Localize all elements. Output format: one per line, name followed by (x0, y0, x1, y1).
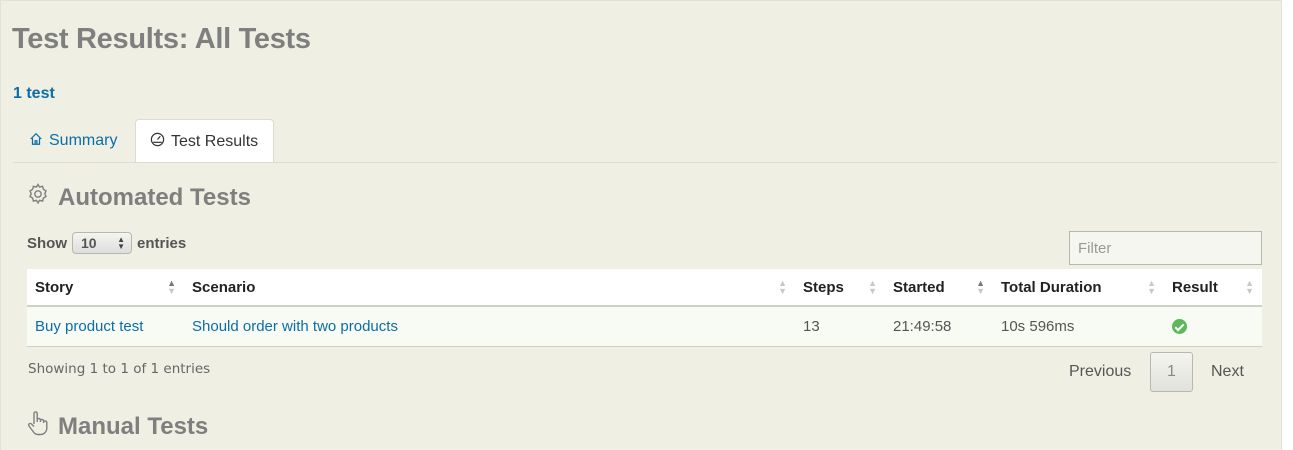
steps-cell: 13 (803, 317, 820, 335)
tab-test-results[interactable]: Test Results (135, 119, 274, 163)
report-panel: Test Results: All Tests 1 test Summary T… (0, 0, 1282, 450)
filter-input[interactable] (1069, 231, 1262, 265)
success-icon (1172, 319, 1187, 335)
show-label: Show (27, 234, 67, 252)
page-title: Test Results: All Tests (12, 23, 311, 55)
started-cell: 21:49:58 (893, 317, 952, 335)
table-info: Showing 1 to 1 of 1 entries (28, 361, 211, 377)
page-length-control: Show 10 ▲ ▼ entries (27, 232, 186, 254)
tab-summary-label: Summary (49, 132, 118, 149)
next-button[interactable]: Next (1211, 352, 1244, 392)
page-1-button[interactable]: 1 (1150, 352, 1193, 392)
entries-select[interactable]: 10 ▲ ▼ (72, 232, 132, 254)
column-header-total-duration[interactable]: Total Duration ▲ ▼ (993, 269, 1164, 307)
automated-tests-table: Story ▲ ▼ Scenario ▲ ▼ Steps ▲ ▼ Started ▲ ▼ Tot… (27, 269, 1262, 347)
table-row: Buy product test Should order with two p… (27, 306, 1262, 346)
column-header-steps[interactable]: Steps ▲ ▼ (795, 269, 885, 307)
column-header-started[interactable]: Started ▲ ▼ (885, 269, 993, 307)
tab-summary[interactable]: Summary (15, 119, 131, 163)
sort-icon: ▲ ▼ (778, 278, 787, 296)
sort-icon: ▲ ▼ (976, 278, 985, 296)
sort-icon: ▲ ▼ (1245, 278, 1254, 296)
sort-icon: ▲ ▼ (167, 278, 176, 296)
entries-select-value: 10 (81, 235, 97, 251)
automated-tests-heading: Automated Tests (26, 182, 251, 213)
hand-pointer-icon (26, 410, 50, 443)
entries-label: entries (137, 234, 187, 252)
tabs-divider (13, 162, 1277, 163)
sort-icon: ▲ ▼ (1147, 278, 1156, 296)
automated-tests-title: Automated Tests (58, 183, 251, 211)
column-header-result[interactable]: Result ▲ ▼ (1164, 269, 1262, 307)
table-header-row: Story ▲ ▼ Scenario ▲ ▼ Steps ▲ ▼ Started ▲ ▼ Tot… (27, 269, 1262, 307)
dashboard-icon (150, 132, 165, 152)
result-cell (1164, 306, 1262, 346)
home-icon (29, 132, 43, 151)
column-header-scenario[interactable]: Scenario ▲ ▼ (184, 269, 795, 307)
duration-cell: 10s 596ms (1001, 317, 1075, 335)
select-arrows-icon: ▲ ▼ (117, 235, 125, 251)
previous-button[interactable]: Previous (1069, 352, 1131, 392)
scenario-link[interactable]: Should order with two products (184, 306, 795, 346)
manual-tests-title: Manual Tests (58, 412, 209, 440)
tab-test-results-label: Test Results (171, 132, 259, 150)
story-link[interactable]: Buy product test (27, 306, 184, 346)
manual-tests-heading: Manual Tests (26, 410, 208, 443)
column-header-story[interactable]: Story ▲ ▼ (27, 269, 184, 307)
gear-icon (26, 182, 50, 213)
sort-icon: ▲ ▼ (868, 278, 877, 296)
test-count-link[interactable]: 1 test (13, 85, 55, 103)
